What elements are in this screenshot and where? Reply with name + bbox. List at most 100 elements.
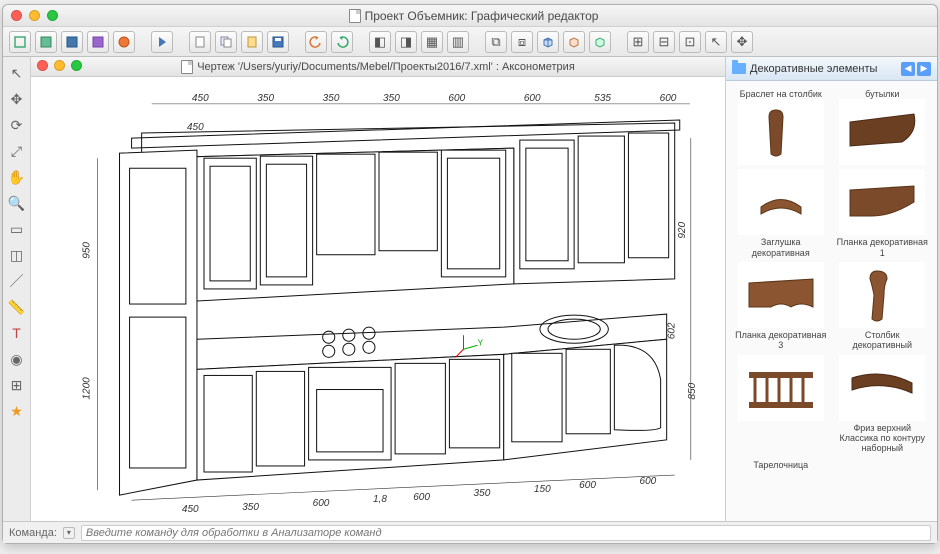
view-fit-button[interactable] bbox=[113, 31, 135, 53]
svg-text:950: 950 bbox=[81, 242, 92, 259]
command-input[interactable] bbox=[81, 525, 931, 541]
new-doc-button[interactable] bbox=[189, 31, 211, 53]
library-grid: Браслет на столбик бутылки Заглушка деко… bbox=[726, 81, 937, 521]
content-area: ↖ ✥ ⟳ ⤢ ✋ 🔍 ▭ ◫ ／ 📏 T ◉ ⊞ ★ Чертеж bbox=[3, 57, 937, 521]
face-tool[interactable]: ◫ bbox=[7, 245, 27, 265]
lib-item-plank1[interactable]: Планка декоративная 1 bbox=[834, 167, 932, 260]
document-icon bbox=[349, 9, 361, 23]
svg-text:1200: 1200 bbox=[81, 377, 92, 400]
library-category: Декоративные элементы bbox=[750, 63, 897, 75]
lib-item-frieze[interactable] bbox=[732, 353, 830, 456]
wire-tool[interactable]: ⊞ bbox=[7, 375, 27, 395]
svg-text:350: 350 bbox=[242, 502, 259, 513]
lib-item-cap[interactable]: Заглушка декоративная bbox=[732, 167, 830, 260]
svg-text:350: 350 bbox=[383, 93, 400, 104]
canvas-close-icon[interactable] bbox=[37, 60, 48, 71]
canvas-title-text: Чертеж '/Users/yuriy/Documents/Mebel/Про… bbox=[197, 61, 575, 73]
minimize-icon[interactable] bbox=[29, 10, 40, 21]
titlebar: Проект Объемник: Графический редактор bbox=[3, 5, 937, 27]
svg-text:600: 600 bbox=[413, 492, 430, 503]
svg-text:350: 350 bbox=[474, 488, 491, 499]
view-wireframe-button[interactable] bbox=[9, 31, 31, 53]
lib-thumb bbox=[738, 355, 824, 421]
lib-thumb bbox=[839, 262, 925, 328]
rect-tool[interactable]: ▭ bbox=[7, 219, 27, 239]
svg-text:350: 350 bbox=[323, 93, 340, 104]
redo-button[interactable] bbox=[331, 31, 353, 53]
statusbar: Команда: ▾ bbox=[3, 521, 937, 543]
lib-item-plate-rack[interactable]: Тарелочница bbox=[732, 456, 830, 472]
paste-button[interactable] bbox=[241, 31, 263, 53]
layout2-button[interactable]: ⊟ bbox=[653, 31, 675, 53]
line-tool[interactable]: ／ bbox=[7, 271, 27, 291]
svg-text:600: 600 bbox=[448, 93, 465, 104]
rotate-tool[interactable]: ⟳ bbox=[7, 115, 27, 135]
view-textured-button[interactable] bbox=[87, 31, 109, 53]
move-button[interactable]: ✥ bbox=[731, 31, 753, 53]
lib-next-button[interactable]: ▶ bbox=[917, 62, 931, 76]
undo-button[interactable] bbox=[305, 31, 327, 53]
ungroup-button[interactable]: ⧈ bbox=[511, 31, 533, 53]
canvas-doc-icon bbox=[181, 60, 193, 74]
library-header[interactable]: Декоративные элементы ◀ ▶ bbox=[726, 57, 937, 81]
lib-item-frieze-label[interactable]: Фриз верхний Классика по контуру наборны… bbox=[834, 353, 932, 456]
canvas-minimize-icon[interactable] bbox=[54, 60, 65, 71]
move-tool[interactable]: ✥ bbox=[7, 89, 27, 109]
pointer-tool[interactable]: ↖ bbox=[7, 63, 27, 83]
star-tool[interactable]: ★ bbox=[7, 401, 27, 421]
render-tool[interactable]: ◉ bbox=[7, 349, 27, 369]
kitchen-drawing: 450 350 350 350 600 600 535 600 450 950 bbox=[31, 77, 725, 521]
main-toolbar: ◧ ◨ ▦ ▥ ⧉ ⧈ ⊞ ⊟ ⊡ ↖ ✥ bbox=[3, 27, 937, 57]
window-controls bbox=[11, 10, 58, 21]
lib-prev-button[interactable]: ◀ bbox=[901, 62, 915, 76]
lib-item-bottles[interactable]: бутылки bbox=[834, 85, 932, 167]
layout3-button[interactable]: ⊡ bbox=[679, 31, 701, 53]
lib-thumb bbox=[738, 262, 824, 328]
command-history-button[interactable]: ▾ bbox=[63, 527, 75, 539]
dims-top: 450 350 350 350 600 600 535 600 bbox=[152, 93, 690, 104]
lib-thumb bbox=[839, 99, 925, 165]
play-button[interactable] bbox=[151, 31, 173, 53]
cube3-button[interactable] bbox=[589, 31, 611, 53]
zoom-tool[interactable]: 🔍 bbox=[7, 193, 27, 213]
tool-b-button[interactable]: ◨ bbox=[395, 31, 417, 53]
library-panel: Декоративные элементы ◀ ▶ Браслет на сто… bbox=[725, 57, 937, 521]
lib-label: Столбик декоративный bbox=[836, 330, 930, 351]
svg-text:602: 602 bbox=[667, 322, 678, 339]
view-solid-button[interactable] bbox=[61, 31, 83, 53]
maximize-icon[interactable] bbox=[47, 10, 58, 21]
scale-tool[interactable]: ⤢ bbox=[7, 141, 27, 161]
measure-tool[interactable]: 📏 bbox=[7, 297, 27, 317]
lib-item-plank3[interactable]: Планка декоративная 3 bbox=[732, 260, 830, 353]
tool-a-button[interactable]: ◧ bbox=[369, 31, 391, 53]
lib-label: Тарелочница bbox=[753, 460, 808, 470]
cube2-button[interactable] bbox=[563, 31, 585, 53]
layout1-button[interactable]: ⊞ bbox=[627, 31, 649, 53]
tool-c-button[interactable]: ▦ bbox=[421, 31, 443, 53]
close-icon[interactable] bbox=[11, 10, 22, 21]
svg-text:Y: Y bbox=[478, 338, 484, 347]
drawing-canvas[interactable]: 450 350 350 350 600 600 535 600 450 950 bbox=[31, 77, 725, 521]
lib-thumb bbox=[839, 355, 925, 421]
canvas-maximize-icon[interactable] bbox=[71, 60, 82, 71]
svg-text:850: 850 bbox=[687, 382, 698, 399]
lib-label: Планка декоративная 1 bbox=[836, 237, 930, 258]
cube1-button[interactable] bbox=[537, 31, 559, 53]
copy-button[interactable] bbox=[215, 31, 237, 53]
svg-text:450: 450 bbox=[182, 504, 199, 515]
lib-thumb bbox=[839, 169, 925, 235]
group-button[interactable]: ⧉ bbox=[485, 31, 507, 53]
view-hidden-button[interactable] bbox=[35, 31, 57, 53]
lib-item-column[interactable]: Столбик декоративный bbox=[834, 260, 932, 353]
app-title-text: Проект Объемник: Графический редактор bbox=[365, 9, 599, 23]
canvas-panel: Чертеж '/Users/yuriy/Documents/Mebel/Про… bbox=[31, 57, 725, 521]
app-title: Проект Объемник: Графический редактор bbox=[58, 9, 889, 23]
main-window: Проект Объемник: Графический редактор ◧ … bbox=[2, 4, 938, 544]
save-button[interactable] bbox=[267, 31, 289, 53]
folder-icon bbox=[732, 63, 746, 74]
text-tool[interactable]: T bbox=[7, 323, 27, 343]
lib-item-bracelet[interactable]: Браслет на столбик bbox=[732, 85, 830, 167]
select-button[interactable]: ↖ bbox=[705, 31, 727, 53]
pan-tool[interactable]: ✋ bbox=[7, 167, 27, 187]
tool-d-button[interactable]: ▥ bbox=[447, 31, 469, 53]
